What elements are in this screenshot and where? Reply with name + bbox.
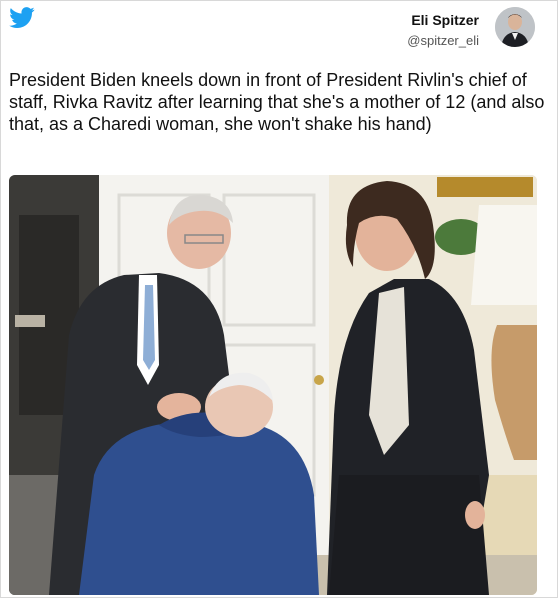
avatar[interactable] <box>495 7 535 47</box>
twitter-bird-icon[interactable] <box>9 7 35 29</box>
author-block[interactable]: Eli Spitzer @spitzer_eli <box>407 11 479 50</box>
tweet-text: President Biden kneels down in front of … <box>9 70 545 134</box>
tweet-photo[interactable] <box>9 175 537 595</box>
author-handle[interactable]: @spitzer_eli <box>407 32 479 50</box>
author-name[interactable]: Eli Spitzer <box>407 11 479 29</box>
tweet-card: Eli Spitzer @spitzer_eli President Biden… <box>0 0 558 598</box>
